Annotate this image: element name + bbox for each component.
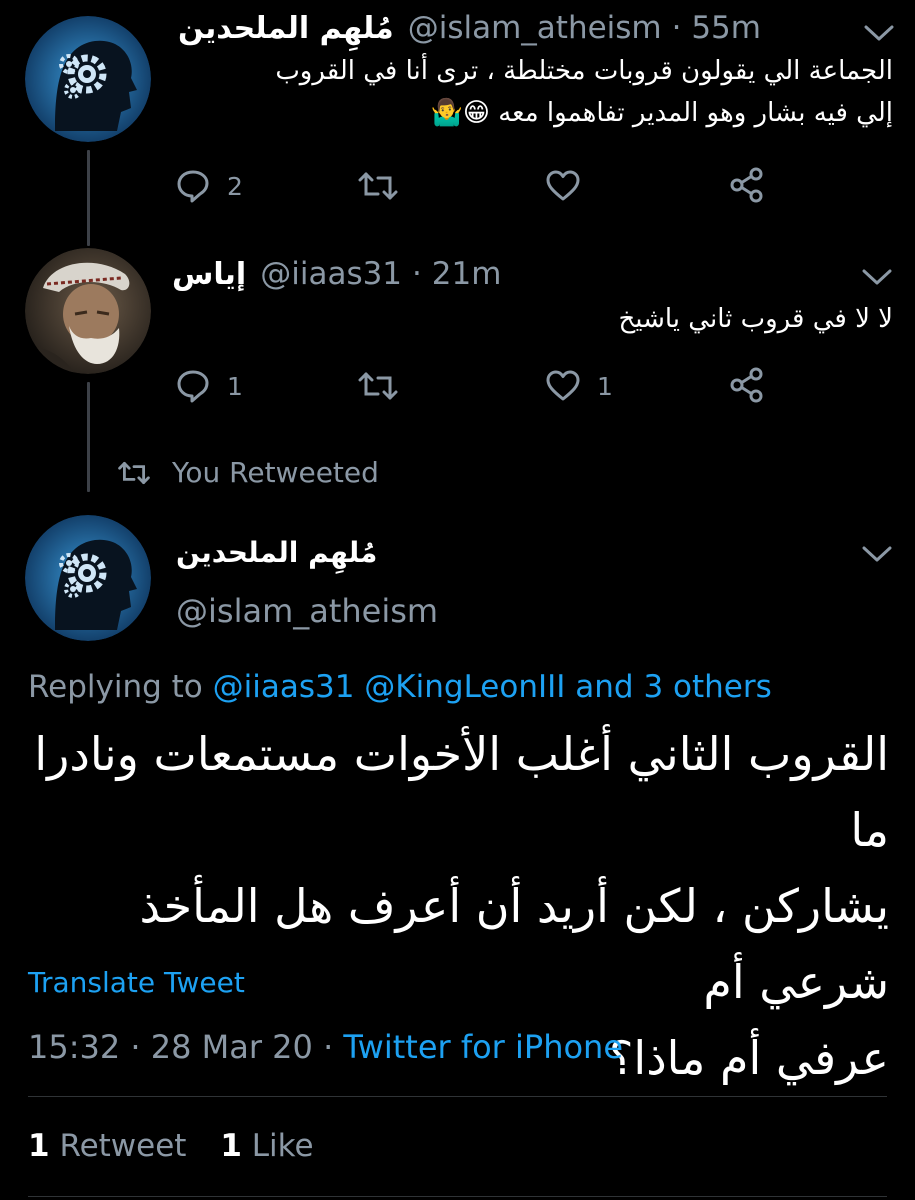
reply-button[interactable]: 2 [175, 168, 243, 204]
chevron-down-icon[interactable] [860, 266, 894, 288]
share-button[interactable] [728, 166, 766, 204]
display-name[interactable]: مُلهِم الملحدين [176, 536, 377, 569]
translate-tweet-link[interactable]: Translate Tweet [28, 966, 245, 999]
heart-icon [546, 170, 580, 201]
retweets-label: Retweet [59, 1128, 187, 1164]
tweet-header: مُلهِم الملحدين @islam_atheism · 55m [178, 10, 761, 46]
tweet-text-line: القروب الثاني أغلب الأخوات مستمعات ونادر… [34, 727, 889, 857]
user-handle[interactable]: @islam_atheism [408, 10, 662, 46]
thread-line [87, 150, 90, 246]
share-icon [730, 167, 763, 203]
avatar[interactable] [25, 248, 151, 374]
retweet-icon [358, 372, 398, 400]
retweets-count: 1 [28, 1128, 50, 1164]
share-icon [730, 367, 763, 403]
like-button[interactable] [545, 170, 581, 202]
retweet-button[interactable] [358, 370, 398, 402]
tweet-text: لا لا في قروب ثاني ياشيخ [618, 304, 893, 334]
divider [28, 1096, 887, 1097]
brain-gear-avatar-icon [25, 16, 151, 142]
tweet-header: إياس @iiaas31 · 21m [172, 256, 501, 292]
brain-gear-avatar-icon [25, 515, 151, 641]
tweet-stats: 1 Retweet 1 Like [28, 1128, 314, 1164]
avatar[interactable] [25, 515, 151, 641]
likes-stat[interactable]: 1 Like [220, 1128, 313, 1164]
tweet-text-line: الجماعة الي يقولون قروبات مختلطة ، ترى أ… [275, 56, 893, 86]
retweet-icon [118, 461, 150, 484]
like-count: 1 [597, 371, 613, 401]
retweeted-banner: You Retweeted [118, 456, 379, 489]
tweet-time[interactable]: · 55m [672, 10, 761, 46]
replying-to: Replying to @iiaas31 @KingLeonIII and 3 … [28, 669, 772, 705]
share-button[interactable] [728, 366, 766, 404]
like-button[interactable]: 1 [545, 370, 613, 402]
chevron-down-icon[interactable] [860, 543, 894, 565]
tweet-text: الجماعة الي يقولون قروبات مختلطة ، ترى أ… [173, 50, 893, 134]
reply-count: 2 [227, 171, 243, 201]
timestamp-text: 15:32 · 28 Mar 20 · [28, 1028, 344, 1066]
tweet-timestamp: 15:32 · 28 Mar 20 · Twitter for iPhone [28, 1028, 623, 1066]
old-man-photo-avatar-icon [25, 248, 151, 374]
heart-icon [546, 370, 580, 401]
replying-links[interactable]: @iiaas31 @KingLeonIII and 3 others [213, 669, 772, 705]
tweet-time[interactable]: · 21m [412, 256, 501, 292]
client-link[interactable]: Twitter for iPhone [343, 1028, 623, 1066]
chevron-down-icon[interactable] [862, 22, 896, 44]
reply-count: 1 [227, 371, 243, 401]
replying-prefix: Replying to [28, 669, 203, 705]
user-handle[interactable]: @iiaas31 [260, 256, 402, 292]
user-handle[interactable]: @islam_atheism [176, 592, 438, 630]
avatar[interactable] [25, 16, 151, 142]
retweets-stat[interactable]: 1 Retweet [28, 1128, 186, 1164]
retweet-button[interactable] [358, 170, 398, 202]
reply-icon [177, 370, 209, 403]
tweet-text-line: إلي فيه بشار وهو المدير تفاهموا معه 😁🤷‍♂… [430, 98, 894, 128]
likes-count: 1 [220, 1128, 242, 1164]
divider [28, 1196, 887, 1197]
thread-line [87, 382, 90, 492]
retweeted-label: You Retweeted [172, 456, 379, 489]
reply-button[interactable]: 1 [175, 368, 243, 404]
retweet-icon [358, 172, 398, 200]
display-name[interactable]: إياس [172, 257, 246, 292]
display-name[interactable]: مُلهِم الملحدين [178, 11, 394, 46]
reply-icon [177, 170, 209, 203]
likes-label: Like [251, 1128, 314, 1164]
